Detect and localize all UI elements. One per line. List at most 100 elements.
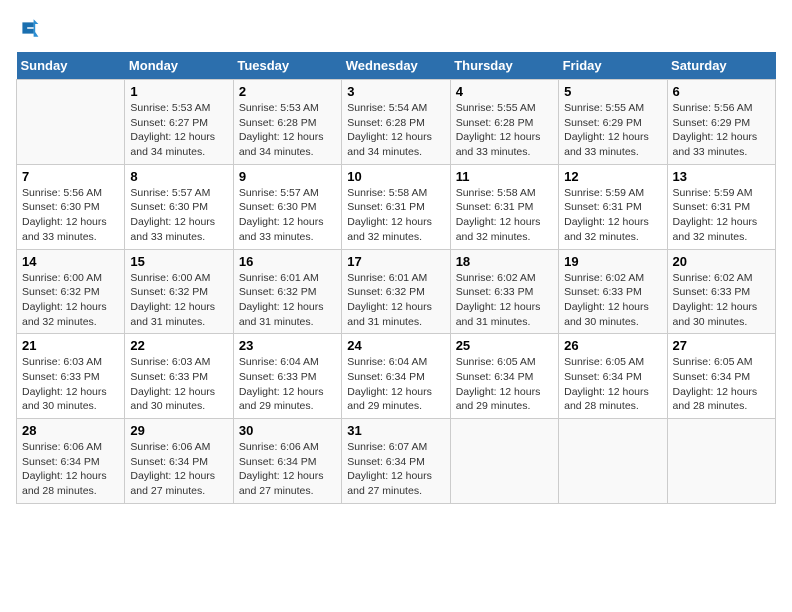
cell-content: Sunrise: 6:06 AM Sunset: 6:34 PM Dayligh…	[130, 440, 227, 499]
page-header	[16, 16, 776, 40]
day-number: 15	[130, 254, 227, 269]
day-number: 22	[130, 338, 227, 353]
cell-content: Sunrise: 6:00 AM Sunset: 6:32 PM Dayligh…	[22, 271, 119, 330]
calendar-header: SundayMondayTuesdayWednesdayThursdayFrid…	[17, 52, 776, 80]
cell-content: Sunrise: 5:54 AM Sunset: 6:28 PM Dayligh…	[347, 101, 444, 160]
calendar-cell: 30 Sunrise: 6:06 AM Sunset: 6:34 PM Dayli…	[233, 419, 341, 504]
calendar-cell: 12Sunrise: 5:59 AM Sunset: 6:31 PM Dayli…	[559, 164, 667, 249]
calendar-cell: 23 Sunrise: 6:04 AM Sunset: 6:33 PM Dayli…	[233, 334, 341, 419]
calendar-cell: 14 Sunrise: 6:00 AM Sunset: 6:32 PM Dayli…	[17, 249, 125, 334]
calendar-cell: 11 Sunrise: 5:58 AM Sunset: 6:31 PM Dayli…	[450, 164, 558, 249]
calendar-cell	[559, 419, 667, 504]
calendar-cell: 27 Sunrise: 6:05 AM Sunset: 6:34 PM Dayli…	[667, 334, 775, 419]
calendar-cell: 1 Sunrise: 5:53 AM Sunset: 6:27 PM Daylig…	[125, 80, 233, 165]
header-cell-saturday: Saturday	[667, 52, 775, 80]
day-number: 5	[564, 84, 661, 99]
cell-content: Sunrise: 6:04 AM Sunset: 6:33 PM Dayligh…	[239, 355, 336, 414]
day-number: 25	[456, 338, 553, 353]
week-row-4: 21 Sunrise: 6:03 AM Sunset: 6:33 PM Dayli…	[17, 334, 776, 419]
day-number: 11	[456, 169, 553, 184]
header-cell-sunday: Sunday	[17, 52, 125, 80]
day-number: 30	[239, 423, 336, 438]
day-number: 19	[564, 254, 661, 269]
day-number: 24	[347, 338, 444, 353]
week-row-5: 28 Sunrise: 6:06 AM Sunset: 6:34 PM Dayli…	[17, 419, 776, 504]
cell-content: Sunrise: 6:02 AM Sunset: 6:33 PM Dayligh…	[456, 271, 553, 330]
cell-content: Sunrise: 5:59 AM Sunset: 6:31 PM Dayligh…	[564, 186, 661, 245]
logo	[16, 16, 44, 40]
calendar-cell: 22 Sunrise: 6:03 AM Sunset: 6:33 PM Dayli…	[125, 334, 233, 419]
day-number: 2	[239, 84, 336, 99]
calendar-cell: 10 Sunrise: 5:58 AM Sunset: 6:31 PM Dayli…	[342, 164, 450, 249]
calendar-cell: 6Sunrise: 5:56 AM Sunset: 6:29 PM Daylig…	[667, 80, 775, 165]
day-number: 29	[130, 423, 227, 438]
header-cell-tuesday: Tuesday	[233, 52, 341, 80]
calendar-cell: 8Sunrise: 5:57 AM Sunset: 6:30 PM Daylig…	[125, 164, 233, 249]
cell-content: Sunrise: 5:53 AM Sunset: 6:28 PM Dayligh…	[239, 101, 336, 160]
calendar-cell: 18 Sunrise: 6:02 AM Sunset: 6:33 PM Dayli…	[450, 249, 558, 334]
calendar-cell: 25Sunrise: 6:05 AM Sunset: 6:34 PM Dayli…	[450, 334, 558, 419]
cell-content: Sunrise: 5:53 AM Sunset: 6:27 PM Dayligh…	[130, 101, 227, 160]
day-number: 4	[456, 84, 553, 99]
cell-content: Sunrise: 6:00 AM Sunset: 6:32 PM Dayligh…	[130, 271, 227, 330]
calendar-cell: 19 Sunrise: 6:02 AM Sunset: 6:33 PM Dayli…	[559, 249, 667, 334]
cell-content: Sunrise: 5:58 AM Sunset: 6:31 PM Dayligh…	[456, 186, 553, 245]
day-number: 28	[22, 423, 119, 438]
cell-content: Sunrise: 6:03 AM Sunset: 6:33 PM Dayligh…	[22, 355, 119, 414]
day-number: 20	[673, 254, 770, 269]
day-number: 13	[673, 169, 770, 184]
calendar-cell: 26Sunrise: 6:05 AM Sunset: 6:34 PM Dayli…	[559, 334, 667, 419]
calendar-cell: 2 Sunrise: 5:53 AM Sunset: 6:28 PM Daylig…	[233, 80, 341, 165]
week-row-1: 1 Sunrise: 5:53 AM Sunset: 6:27 PM Daylig…	[17, 80, 776, 165]
calendar-cell: 21 Sunrise: 6:03 AM Sunset: 6:33 PM Dayli…	[17, 334, 125, 419]
calendar-cell: 16Sunrise: 6:01 AM Sunset: 6:32 PM Dayli…	[233, 249, 341, 334]
cell-content: Sunrise: 5:55 AM Sunset: 6:28 PM Dayligh…	[456, 101, 553, 160]
calendar-cell: 3 Sunrise: 5:54 AM Sunset: 6:28 PM Daylig…	[342, 80, 450, 165]
calendar-cell: 5Sunrise: 5:55 AM Sunset: 6:29 PM Daylig…	[559, 80, 667, 165]
calendar-cell: 28Sunrise: 6:06 AM Sunset: 6:34 PM Dayli…	[17, 419, 125, 504]
cell-content: Sunrise: 6:06 AM Sunset: 6:34 PM Dayligh…	[239, 440, 336, 499]
calendar-cell: 9 Sunrise: 5:57 AM Sunset: 6:30 PM Daylig…	[233, 164, 341, 249]
cell-content: Sunrise: 5:56 AM Sunset: 6:29 PM Dayligh…	[673, 101, 770, 160]
day-number: 10	[347, 169, 444, 184]
header-row: SundayMondayTuesdayWednesdayThursdayFrid…	[17, 52, 776, 80]
day-number: 23	[239, 338, 336, 353]
day-number: 21	[22, 338, 119, 353]
cell-content: Sunrise: 5:59 AM Sunset: 6:31 PM Dayligh…	[673, 186, 770, 245]
header-cell-friday: Friday	[559, 52, 667, 80]
cell-content: Sunrise: 6:02 AM Sunset: 6:33 PM Dayligh…	[673, 271, 770, 330]
cell-content: Sunrise: 6:05 AM Sunset: 6:34 PM Dayligh…	[673, 355, 770, 414]
day-number: 9	[239, 169, 336, 184]
calendar-cell: 20 Sunrise: 6:02 AM Sunset: 6:33 PM Dayli…	[667, 249, 775, 334]
cell-content: Sunrise: 5:56 AM Sunset: 6:30 PM Dayligh…	[22, 186, 119, 245]
calendar-cell: 15 Sunrise: 6:00 AM Sunset: 6:32 PM Dayli…	[125, 249, 233, 334]
day-number: 3	[347, 84, 444, 99]
calendar-cell: 31 Sunrise: 6:07 AM Sunset: 6:34 PM Dayli…	[342, 419, 450, 504]
header-cell-monday: Monday	[125, 52, 233, 80]
cell-content: Sunrise: 6:01 AM Sunset: 6:32 PM Dayligh…	[347, 271, 444, 330]
day-number: 18	[456, 254, 553, 269]
cell-content: Sunrise: 6:02 AM Sunset: 6:33 PM Dayligh…	[564, 271, 661, 330]
cell-content: Sunrise: 5:58 AM Sunset: 6:31 PM Dayligh…	[347, 186, 444, 245]
cell-content: Sunrise: 6:07 AM Sunset: 6:34 PM Dayligh…	[347, 440, 444, 499]
day-number: 27	[673, 338, 770, 353]
calendar-cell: 17Sunrise: 6:01 AM Sunset: 6:32 PM Dayli…	[342, 249, 450, 334]
cell-content: Sunrise: 6:03 AM Sunset: 6:33 PM Dayligh…	[130, 355, 227, 414]
calendar-cell	[667, 419, 775, 504]
header-cell-thursday: Thursday	[450, 52, 558, 80]
calendar-cell: 7Sunrise: 5:56 AM Sunset: 6:30 PM Daylig…	[17, 164, 125, 249]
calendar-cell: 13 Sunrise: 5:59 AM Sunset: 6:31 PM Dayli…	[667, 164, 775, 249]
cell-content: Sunrise: 6:05 AM Sunset: 6:34 PM Dayligh…	[564, 355, 661, 414]
logo-icon	[16, 16, 40, 40]
cell-content: Sunrise: 5:57 AM Sunset: 6:30 PM Dayligh…	[239, 186, 336, 245]
day-number: 16	[239, 254, 336, 269]
calendar-cell: 4 Sunrise: 5:55 AM Sunset: 6:28 PM Daylig…	[450, 80, 558, 165]
day-number: 1	[130, 84, 227, 99]
calendar-cell: 24Sunrise: 6:04 AM Sunset: 6:34 PM Dayli…	[342, 334, 450, 419]
day-number: 14	[22, 254, 119, 269]
calendar-cell: 29 Sunrise: 6:06 AM Sunset: 6:34 PM Dayli…	[125, 419, 233, 504]
calendar-table: SundayMondayTuesdayWednesdayThursdayFrid…	[16, 52, 776, 504]
calendar-body: 1 Sunrise: 5:53 AM Sunset: 6:27 PM Daylig…	[17, 80, 776, 504]
day-number: 31	[347, 423, 444, 438]
day-number: 8	[130, 169, 227, 184]
